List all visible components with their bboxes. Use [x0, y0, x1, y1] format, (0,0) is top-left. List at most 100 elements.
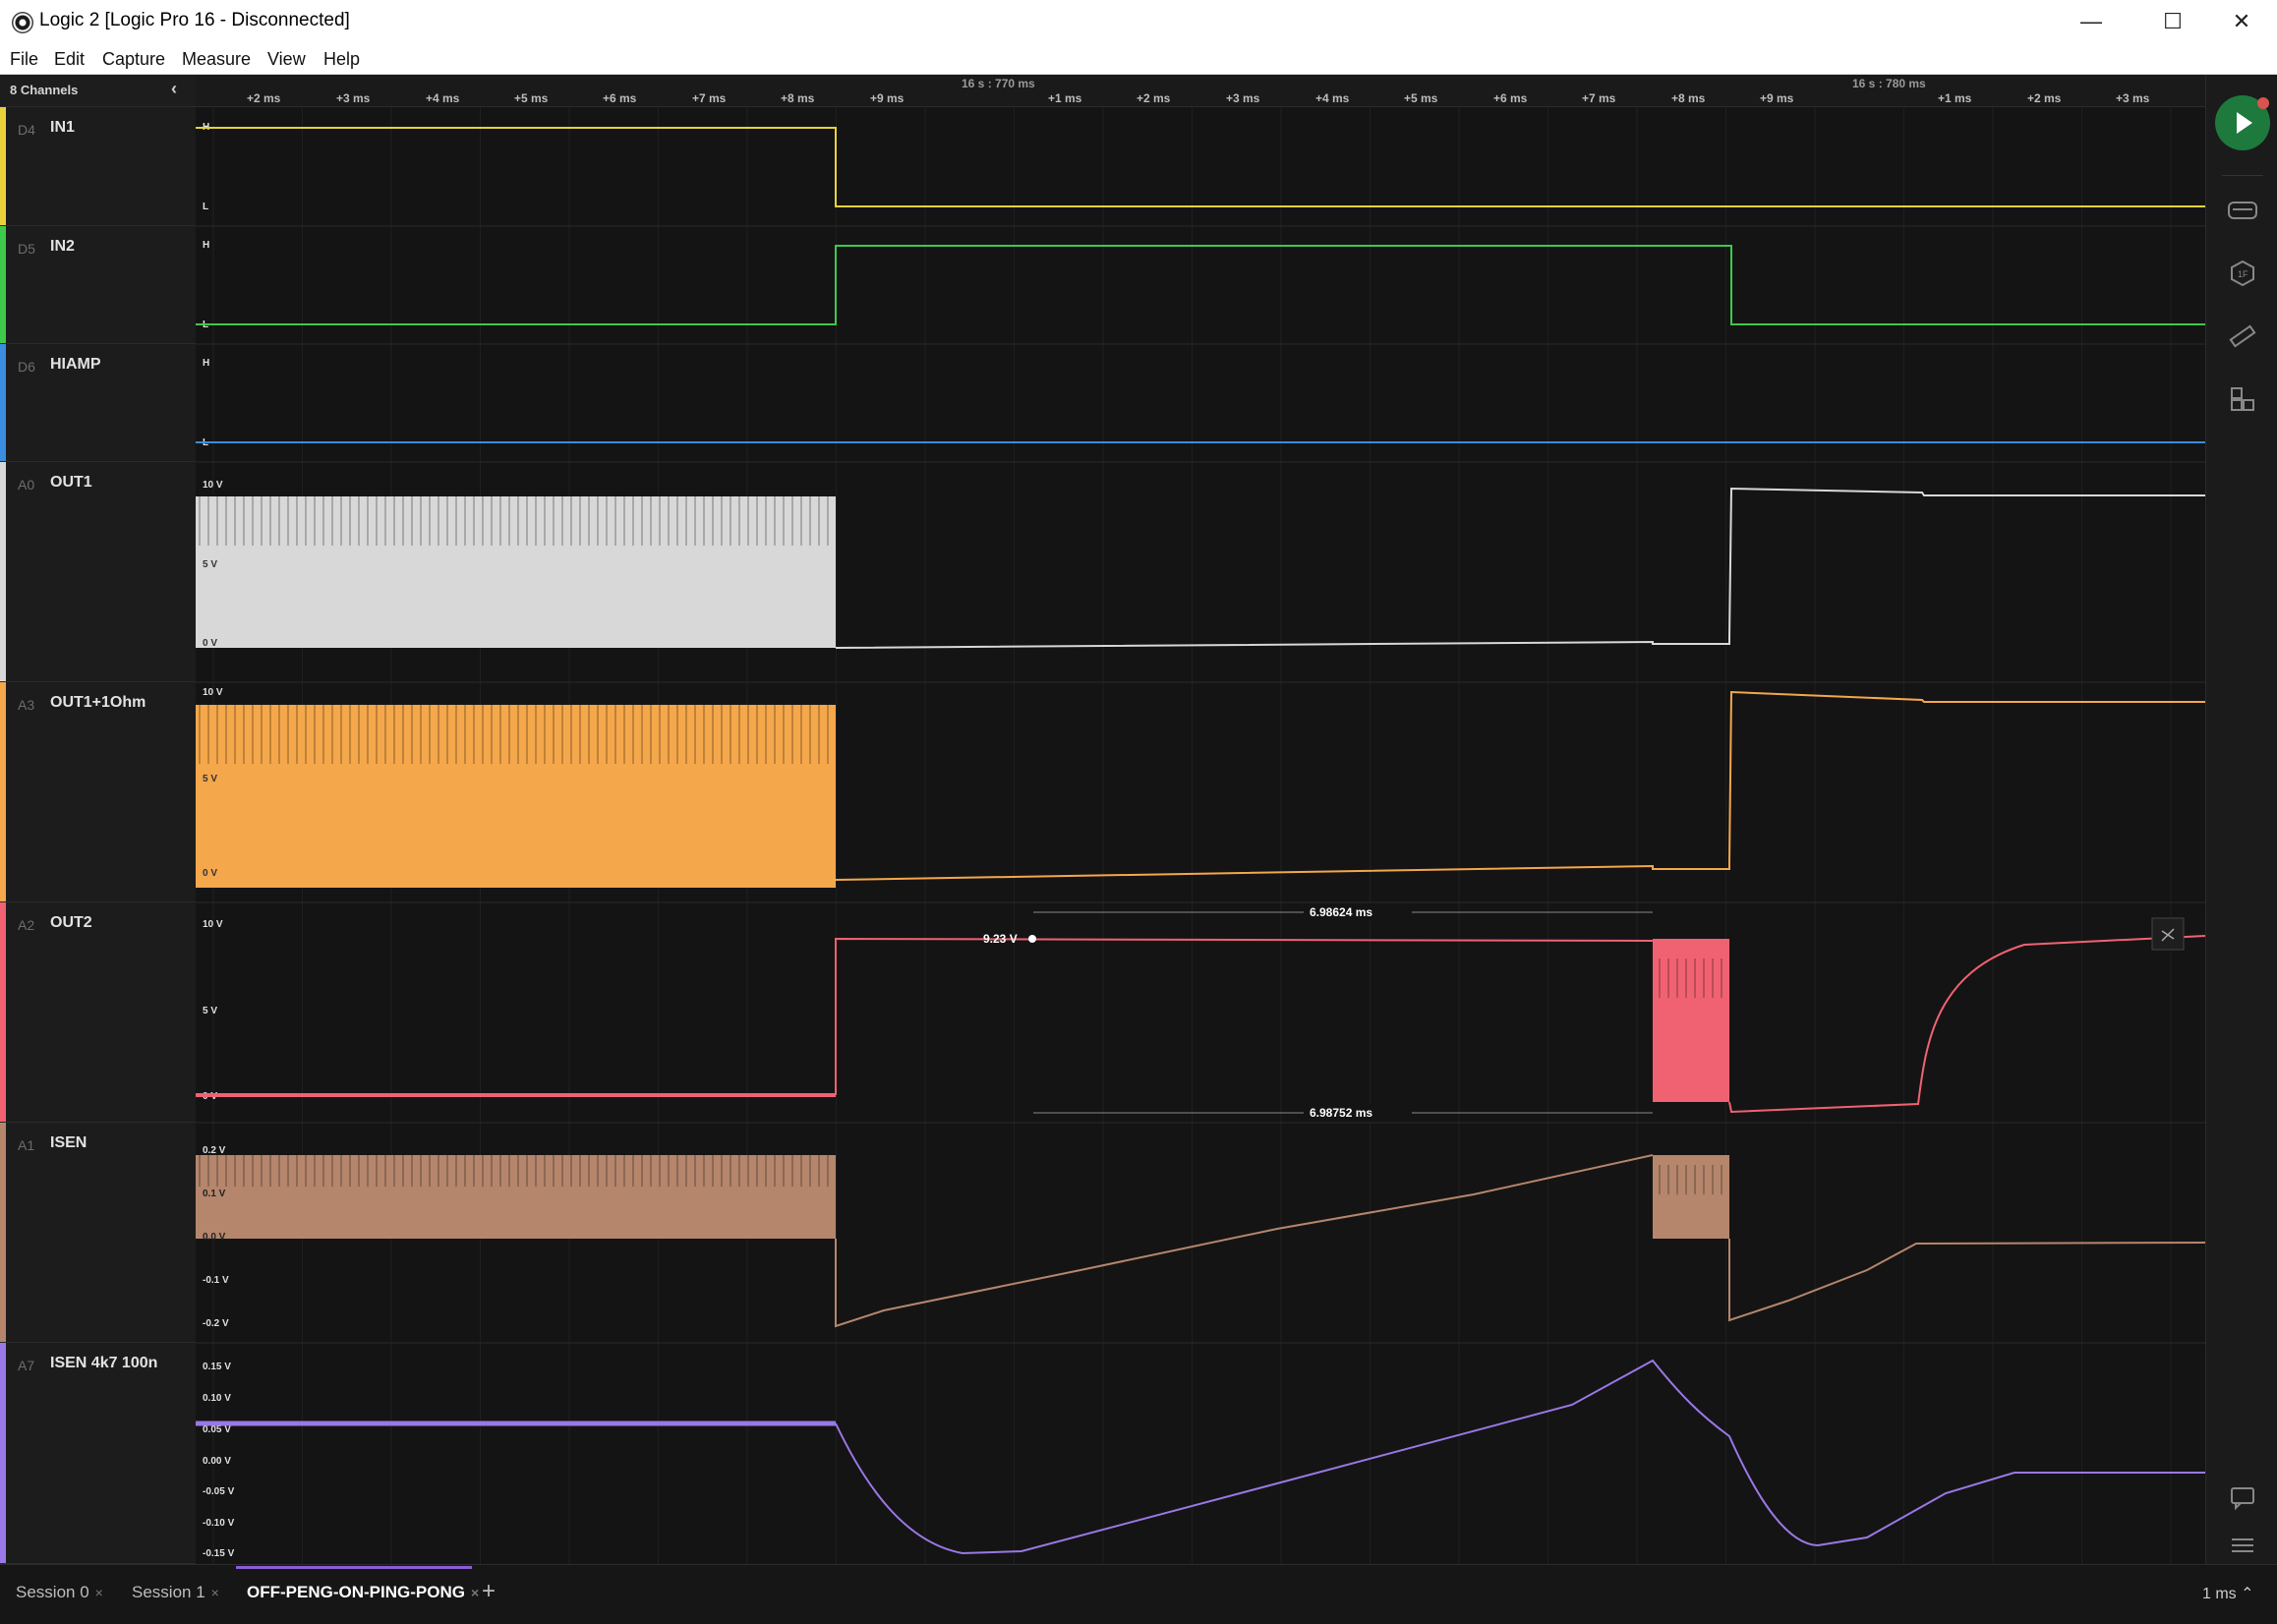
- menu-view[interactable]: View: [267, 49, 306, 70]
- channel-list-header: 8 Channels ‹: [0, 75, 196, 107]
- channel-row-out1[interactable]: A0 OUT1: [0, 462, 196, 682]
- measure-marker-dot[interactable]: [1028, 935, 1036, 943]
- channel-color-stripe: [0, 682, 6, 901]
- axis-label: 0.15 V: [203, 1362, 231, 1372]
- channel-row-hiamp[interactable]: D6 HIAMP: [0, 344, 196, 462]
- channel-name[interactable]: ISEN: [50, 1134, 87, 1152]
- timing-markers-icon[interactable]: [2227, 383, 2258, 415]
- channel-name[interactable]: ISEN 4k7 100n: [50, 1355, 157, 1372]
- measure-width-bottom: 6.98752 ms: [1310, 1106, 1372, 1120]
- title-bar: Logic 2 [Logic Pro 16 - Disconnected] — …: [0, 0, 2277, 43]
- waveform-area[interactable]: H L H L H L 10 V 5 V 0 V: [196, 107, 2205, 1564]
- channel-name[interactable]: OUT1: [50, 474, 92, 492]
- ruler-tick-label: +4 ms: [426, 91, 460, 105]
- ruler-tick-label: +7 ms: [1582, 91, 1616, 105]
- ruler-tick-label: +8 ms: [781, 91, 815, 105]
- active-tab-indicator: [236, 1566, 472, 1569]
- channel-name[interactable]: IN2: [50, 238, 75, 256]
- channel-color-stripe: [0, 107, 6, 225]
- waveform-canvas[interactable]: H L H L H L 10 V 5 V 0 V: [196, 107, 2205, 1564]
- settings-menu-icon[interactable]: [2227, 1530, 2258, 1561]
- axis-label: 5 V: [203, 774, 217, 784]
- ruler-major-label: 16 s : 780 ms: [1852, 77, 1926, 90]
- axis-label: -0.2 V: [203, 1318, 229, 1329]
- analyzers-icon[interactable]: [2227, 195, 2258, 226]
- menu-measure[interactable]: Measure: [182, 49, 251, 70]
- ruler-tick-label: +9 ms: [1760, 91, 1794, 105]
- time-ruler[interactable]: 16 s : 770 ms 16 s : 780 ms +2 ms +3 ms …: [196, 75, 2205, 107]
- tab-label: Session 0: [16, 1583, 89, 1601]
- menu-help[interactable]: Help: [323, 49, 360, 70]
- channel-color-stripe: [0, 1343, 6, 1563]
- axis-label: -0.10 V: [203, 1518, 235, 1529]
- channel-name[interactable]: OUT2: [50, 914, 92, 932]
- minimize-button[interactable]: —: [2070, 6, 2113, 37]
- extensions-icon[interactable]: 1F: [2227, 258, 2258, 289]
- channel-name[interactable]: OUT1+1Ohm: [50, 694, 146, 712]
- channel-color-stripe: [0, 344, 6, 461]
- ruler-tick-label: +5 ms: [1404, 91, 1438, 105]
- ruler-tick-label: +2 ms: [1137, 91, 1171, 105]
- channel-row-out1-1ohm[interactable]: A3 OUT1+1Ohm: [0, 682, 196, 902]
- tab-session-0[interactable]: Session 0 ×: [16, 1583, 103, 1602]
- channel-id: D4: [18, 122, 35, 138]
- close-icon[interactable]: ×: [471, 1585, 479, 1600]
- menu-edit[interactable]: Edit: [54, 49, 85, 70]
- ruler-tick-label: +1 ms: [1938, 91, 1972, 105]
- channel-row-in1[interactable]: D4 IN1: [0, 107, 196, 226]
- ruler-tick-label: +3 ms: [336, 91, 371, 105]
- channel-count: 8 Channels: [10, 83, 79, 97]
- close-button[interactable]: ✕: [2220, 6, 2263, 37]
- ruler-tick-label: +3 ms: [2116, 91, 2150, 105]
- axis-label: 0.05 V: [203, 1424, 231, 1435]
- toolbar-divider: [2222, 175, 2263, 176]
- ruler-tick-label: +3 ms: [1226, 91, 1260, 105]
- axis-label: -0.05 V: [203, 1486, 235, 1497]
- level-high-label: H: [203, 358, 209, 369]
- measure-icon[interactable]: [2227, 320, 2258, 352]
- axis-label: 0.1 V: [203, 1189, 226, 1199]
- channel-name[interactable]: IN1: [50, 119, 75, 137]
- channel-row-in2[interactable]: D5 IN2: [0, 226, 196, 344]
- tab-off-peng-on-ping-pong[interactable]: OFF-PENG-ON-PING-PONG ×: [247, 1583, 479, 1602]
- ruler-tick-label: +2 ms: [2027, 91, 2062, 105]
- notes-icon[interactable]: [2227, 1482, 2258, 1514]
- close-icon[interactable]: ×: [95, 1585, 103, 1600]
- level-high-label: H: [203, 240, 209, 251]
- menu-bar: File Edit Capture Measure View Help: [0, 43, 2277, 75]
- ruler-tick-label: +6 ms: [603, 91, 637, 105]
- channel-name[interactable]: HIAMP: [50, 356, 101, 374]
- menu-capture[interactable]: Capture: [102, 49, 165, 70]
- channel-id: A7: [18, 1358, 35, 1373]
- axis-label: 0.00 V: [203, 1456, 231, 1467]
- channel-row-out2[interactable]: A2 OUT2: [0, 902, 196, 1123]
- axis-label: 10 V: [203, 480, 223, 491]
- channel-id: A3: [18, 697, 35, 713]
- axis-label: 0.10 V: [203, 1393, 231, 1404]
- measure-width-top: 6.98624 ms: [1310, 905, 1372, 919]
- close-icon[interactable]: ×: [211, 1585, 219, 1600]
- ruler-tick-label: +9 ms: [870, 91, 905, 105]
- window-title: Logic 2 [Logic Pro 16 - Disconnected]: [39, 10, 350, 30]
- ruler-tick-label: +2 ms: [247, 91, 281, 105]
- ruler-tick-label: +5 ms: [514, 91, 549, 105]
- right-toolbar: 1F: [2205, 75, 2277, 1564]
- session-tab-bar: Session 0 × Session 1 × OFF-PENG-ON-PING-P…: [0, 1564, 2277, 1624]
- zoom-level[interactable]: 1 ms ⌃: [2202, 1584, 2254, 1603]
- channel-color-stripe: [0, 1123, 6, 1342]
- add-tab-button[interactable]: +: [482, 1578, 496, 1605]
- maximize-button[interactable]: ☐: [2151, 6, 2194, 37]
- tab-session-1[interactable]: Session 1 ×: [132, 1583, 219, 1602]
- channel-id: D5: [18, 241, 35, 257]
- ruler-tick-label: +4 ms: [1315, 91, 1350, 105]
- ruler-major-label: 16 s : 770 ms: [962, 77, 1035, 90]
- channel-color-stripe: [0, 462, 6, 681]
- channel-row-isen-4k7[interactable]: A7 ISEN 4k7 100n: [0, 1343, 196, 1564]
- ruler-tick-label: +6 ms: [1493, 91, 1528, 105]
- chevron-left-icon[interactable]: ‹: [171, 79, 177, 99]
- ruler-tick-label: +1 ms: [1048, 91, 1082, 105]
- channel-row-isen[interactable]: A1 ISEN: [0, 1123, 196, 1343]
- menu-file[interactable]: File: [10, 49, 38, 70]
- channel-id: A2: [18, 917, 35, 933]
- channel-id: A0: [18, 477, 35, 493]
